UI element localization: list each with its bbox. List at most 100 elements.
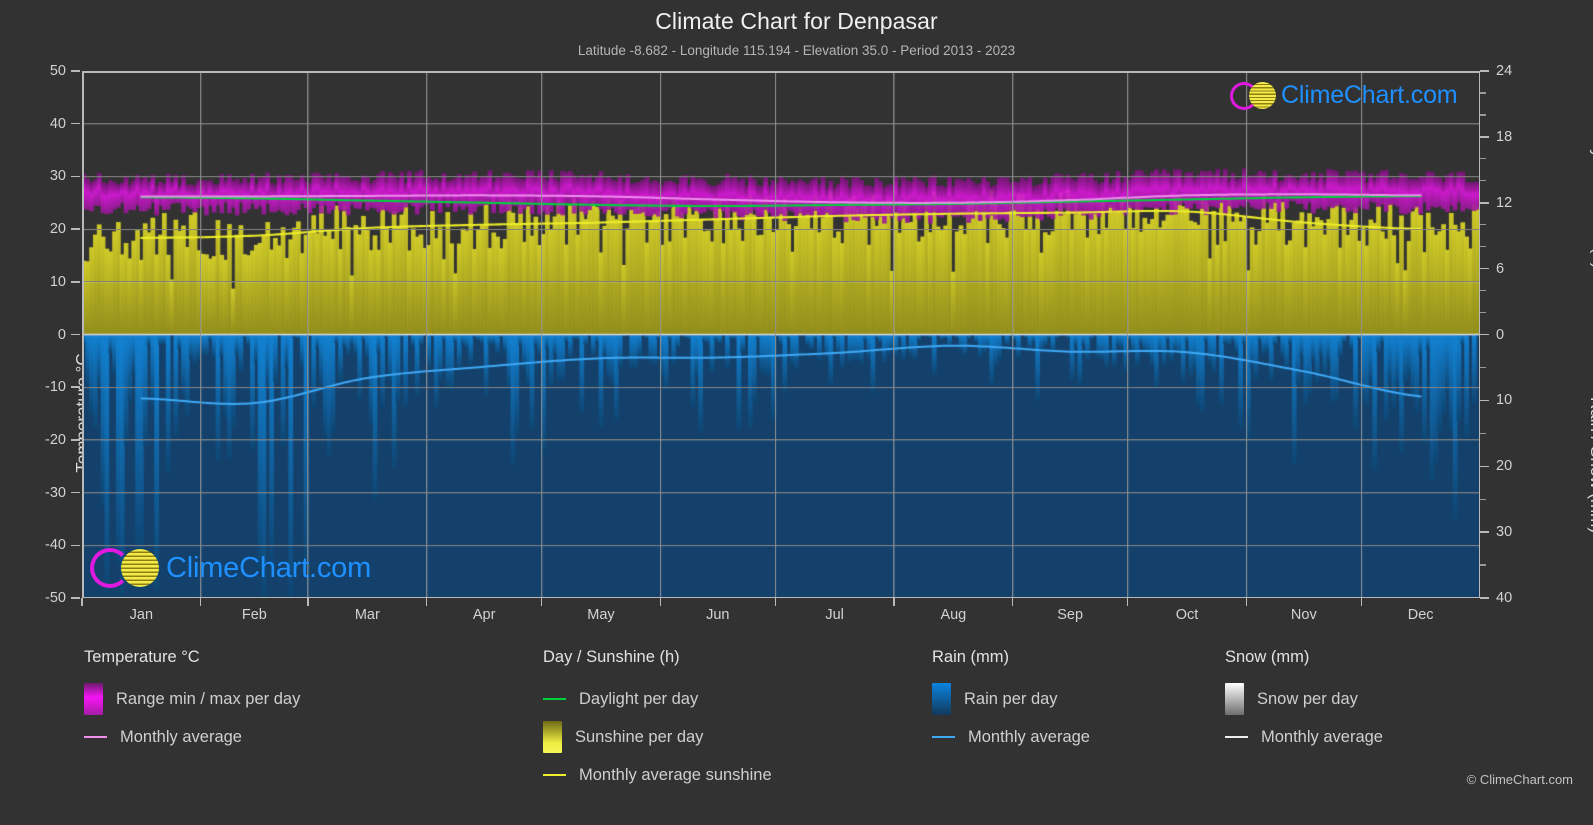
- legend-item[interactable]: Sunshine per day: [543, 718, 772, 756]
- y-axis-left-tick-label: -50: [45, 590, 66, 606]
- gridline-vertical: [1127, 71, 1128, 598]
- y-axis-left-tick-label: -20: [45, 432, 66, 448]
- legend-swatch: [932, 736, 955, 738]
- tick-right: [1480, 136, 1489, 138]
- y-axis-right-tick-label: 10: [1496, 392, 1512, 408]
- y-axis-right-tick-label: 20: [1496, 458, 1512, 474]
- tick-right-minor: [1480, 158, 1486, 159]
- legend-swatch: [1225, 736, 1248, 738]
- gridline-vertical: [775, 71, 776, 598]
- climechart-logo-top: ClimeChart.com: [1230, 81, 1457, 110]
- gridline-vertical: [200, 71, 201, 598]
- tick-left: [71, 228, 80, 230]
- x-axis-tick-label: Apr: [473, 607, 496, 623]
- tick-bottom: [426, 598, 427, 606]
- legend-swatch: [543, 698, 566, 700]
- y-axis-right-tick-label: 18: [1496, 129, 1512, 145]
- tick-right-minor: [1480, 224, 1486, 225]
- tick-bottom: [775, 598, 776, 606]
- tick-left: [71, 176, 80, 178]
- legend-group-rain: Rain (mm) Rain per day Monthly average: [932, 648, 1090, 756]
- tick-bottom: [660, 598, 661, 606]
- gridline-vertical: [1012, 71, 1013, 598]
- tick-left: [71, 386, 80, 388]
- legend-heading: Temperature °C: [84, 648, 300, 667]
- x-axis-tick-label: Aug: [940, 607, 966, 623]
- tick-right: [1480, 466, 1489, 468]
- logo-sphere-icon: [121, 549, 159, 587]
- gridline-vertical: [541, 71, 542, 598]
- tick-right-minor: [1480, 499, 1486, 500]
- x-axis-tick-label: Jan: [130, 607, 153, 623]
- legend-swatch: [1225, 683, 1244, 715]
- x-axis-tick-label: Mar: [355, 607, 380, 623]
- gridline-horizontal: [82, 545, 1480, 546]
- tick-right-minor: [1480, 367, 1486, 368]
- y-axis-right-tick-label: 40: [1496, 590, 1512, 606]
- y-axis-left-tick-label: 40: [50, 116, 66, 132]
- legend-swatch: [932, 683, 951, 715]
- legend-swatch: [543, 774, 566, 776]
- tick-bottom: [1012, 598, 1013, 606]
- legend-item[interactable]: Monthly average: [932, 718, 1090, 756]
- legend-heading: Rain (mm): [932, 648, 1090, 667]
- tick-left: [71, 545, 80, 547]
- x-axis-tick-label: Sep: [1057, 607, 1083, 623]
- gridline-vertical: [426, 71, 427, 598]
- legend-item-label: Sunshine per day: [575, 728, 703, 747]
- tick-left: [71, 70, 80, 72]
- tick-right-minor: [1480, 180, 1486, 181]
- tick-bottom: [1361, 598, 1362, 606]
- y-axis-right-bottom-label: Rain / Snow (mm): [1586, 397, 1593, 533]
- legend-item[interactable]: Monthly average: [84, 718, 300, 756]
- gridline-horizontal: [82, 334, 1480, 335]
- chart-legend: Temperature °CRange min / max per dayMon…: [0, 648, 1593, 808]
- tick-right-minor: [1480, 290, 1486, 291]
- legend-item[interactable]: Rain per day: [932, 680, 1090, 718]
- legend-group-daysunshine: Day / Sunshine (h) Daylight per day Sunshi…: [543, 648, 772, 794]
- legend-heading: Snow (mm): [1225, 648, 1383, 667]
- tick-right-minor: [1480, 312, 1486, 313]
- tick-right: [1480, 400, 1489, 402]
- y-axis-right-tick-label: 6: [1496, 261, 1504, 277]
- legend-item[interactable]: Range min / max per day: [84, 680, 300, 718]
- x-axis-tick-label: Nov: [1291, 607, 1317, 623]
- tick-left: [71, 439, 80, 441]
- legend-heading: Day / Sunshine (h): [543, 648, 772, 667]
- gridline-vertical: [307, 71, 308, 598]
- tick-right: [1480, 268, 1489, 270]
- x-axis-tick-label: Dec: [1408, 607, 1434, 623]
- gridline-horizontal: [82, 281, 1480, 282]
- y-axis-left-tick-label: 50: [50, 63, 66, 79]
- legend-item[interactable]: Monthly average: [1225, 718, 1383, 756]
- legend-line-marker: [543, 698, 566, 700]
- legend-item-label: Monthly average sunshine: [579, 766, 772, 785]
- legend-item-label: Rain per day: [964, 690, 1058, 709]
- tick-right-minor: [1480, 92, 1486, 93]
- y-axis-left-tick-label: -10: [45, 379, 66, 395]
- gridline-horizontal: [82, 176, 1480, 177]
- plot-area: [82, 71, 1480, 598]
- y-axis-right-tick-label: 12: [1496, 195, 1512, 211]
- legend-line-marker: [1225, 736, 1248, 738]
- tick-right-minor: [1480, 246, 1486, 247]
- tick-bottom: [893, 598, 894, 606]
- climate-chart: 50403020100-10-20-30-40-5024181260102030…: [82, 71, 1480, 598]
- gridline-vertical: [893, 71, 894, 598]
- tick-left: [71, 597, 80, 599]
- x-axis-tick-label: Jun: [706, 607, 729, 623]
- tick-right: [1480, 334, 1489, 336]
- tick-left: [71, 334, 80, 336]
- legend-item[interactable]: Monthly average sunshine: [543, 756, 772, 794]
- tick-bottom: [541, 598, 542, 606]
- gridline-horizontal: [82, 439, 1480, 440]
- legend-item[interactable]: Daylight per day: [543, 680, 772, 718]
- legend-item-label: Daylight per day: [579, 690, 698, 709]
- legend-item[interactable]: Snow per day: [1225, 680, 1383, 718]
- axis-line-top: [82, 71, 1480, 73]
- legend-swatch: [543, 721, 562, 753]
- gridline-vertical: [660, 71, 661, 598]
- y-axis-left-tick-label: 20: [50, 221, 66, 237]
- logo-text-top: ClimeChart.com: [1281, 81, 1457, 110]
- x-axis-tick-label: Oct: [1176, 607, 1199, 623]
